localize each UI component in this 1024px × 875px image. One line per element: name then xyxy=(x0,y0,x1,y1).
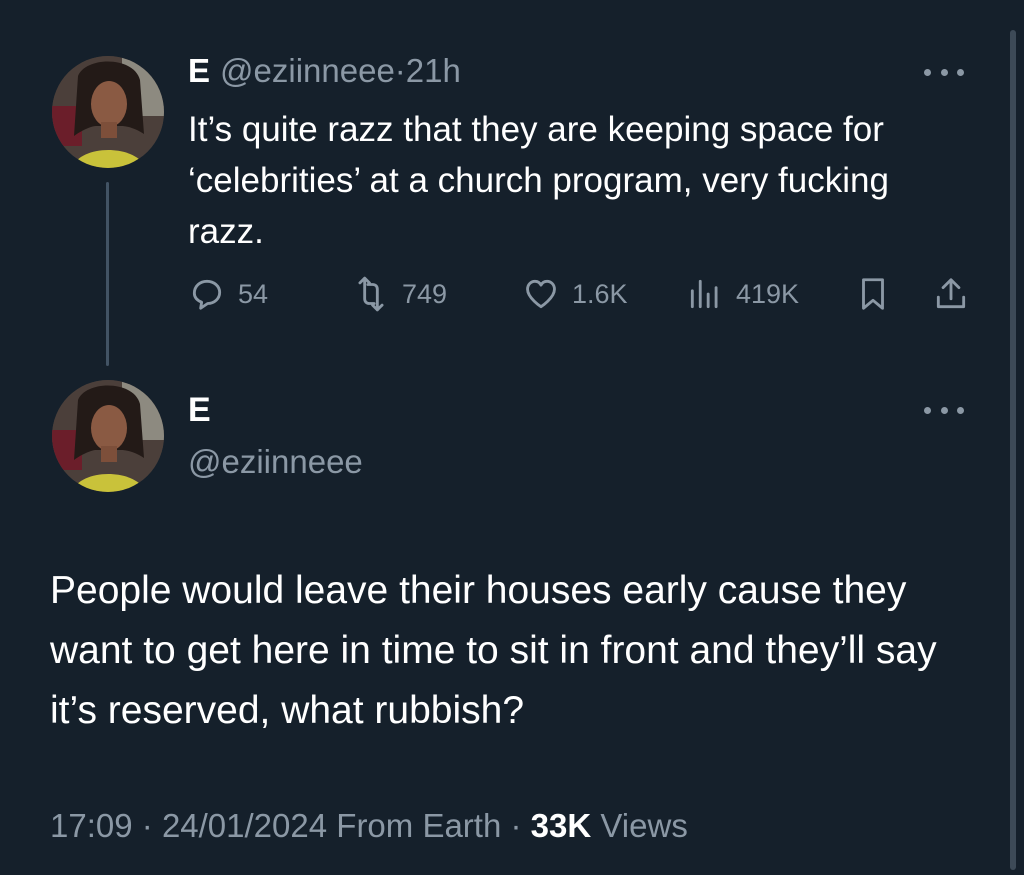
tweet-actions: 54 749 1.6K 419K xyxy=(188,272,978,316)
views-count: 419K xyxy=(736,278,800,309)
handle[interactable]: @eziinneee xyxy=(220,52,395,89)
views-label: Views xyxy=(600,807,688,844)
tweet-text: People would leave their houses early ca… xyxy=(50,569,937,732)
bookmark-icon xyxy=(862,278,884,310)
like-icon xyxy=(526,279,556,309)
tweet-text: It’s quite razz that they are keeping sp… xyxy=(188,110,889,251)
share-button[interactable] xyxy=(932,272,982,316)
reply-button[interactable]: 54 xyxy=(188,272,268,316)
avatar[interactable] xyxy=(52,380,164,492)
reply-count: 54 xyxy=(238,278,269,309)
display-name[interactable]: E xyxy=(188,52,210,89)
share-icon xyxy=(936,278,966,309)
separator: · xyxy=(141,807,153,844)
more-options-icon[interactable] xyxy=(924,62,964,82)
handle[interactable]: @eziinneee xyxy=(188,440,363,484)
retweet-button[interactable]: 749 xyxy=(352,272,447,316)
retweet-icon xyxy=(358,276,384,312)
thread-line xyxy=(106,182,109,366)
views-total: 33K xyxy=(530,807,592,844)
scrollbar[interactable] xyxy=(1010,30,1016,870)
retweet-count: 749 xyxy=(402,278,448,309)
tweet-metadata: 17:09 · 24/01/2024 From Earth · 33K View… xyxy=(50,804,688,848)
tweet-date[interactable]: 24/01/2024 xyxy=(162,807,327,844)
like-count: 1.6K xyxy=(572,278,628,309)
separator: · xyxy=(510,807,522,844)
like-button[interactable]: 1.6K xyxy=(522,272,628,316)
reply-icon xyxy=(192,279,222,310)
timestamp[interactable]: 21h xyxy=(406,52,461,89)
avatar-photo xyxy=(52,56,164,168)
tweet-header: E @eziinneee·21h xyxy=(188,50,461,92)
views-button[interactable]: 419K xyxy=(686,272,799,316)
more-options-icon[interactable] xyxy=(924,400,964,420)
tweet-time[interactable]: 17:09 xyxy=(50,807,133,844)
tweet-source: From Earth xyxy=(336,807,502,844)
avatar[interactable] xyxy=(52,56,164,168)
avatar-photo xyxy=(52,380,164,492)
views-icon xyxy=(690,279,718,309)
separator: · xyxy=(394,52,406,89)
bookmark-button[interactable] xyxy=(854,272,904,316)
display-name[interactable]: E xyxy=(188,388,211,432)
